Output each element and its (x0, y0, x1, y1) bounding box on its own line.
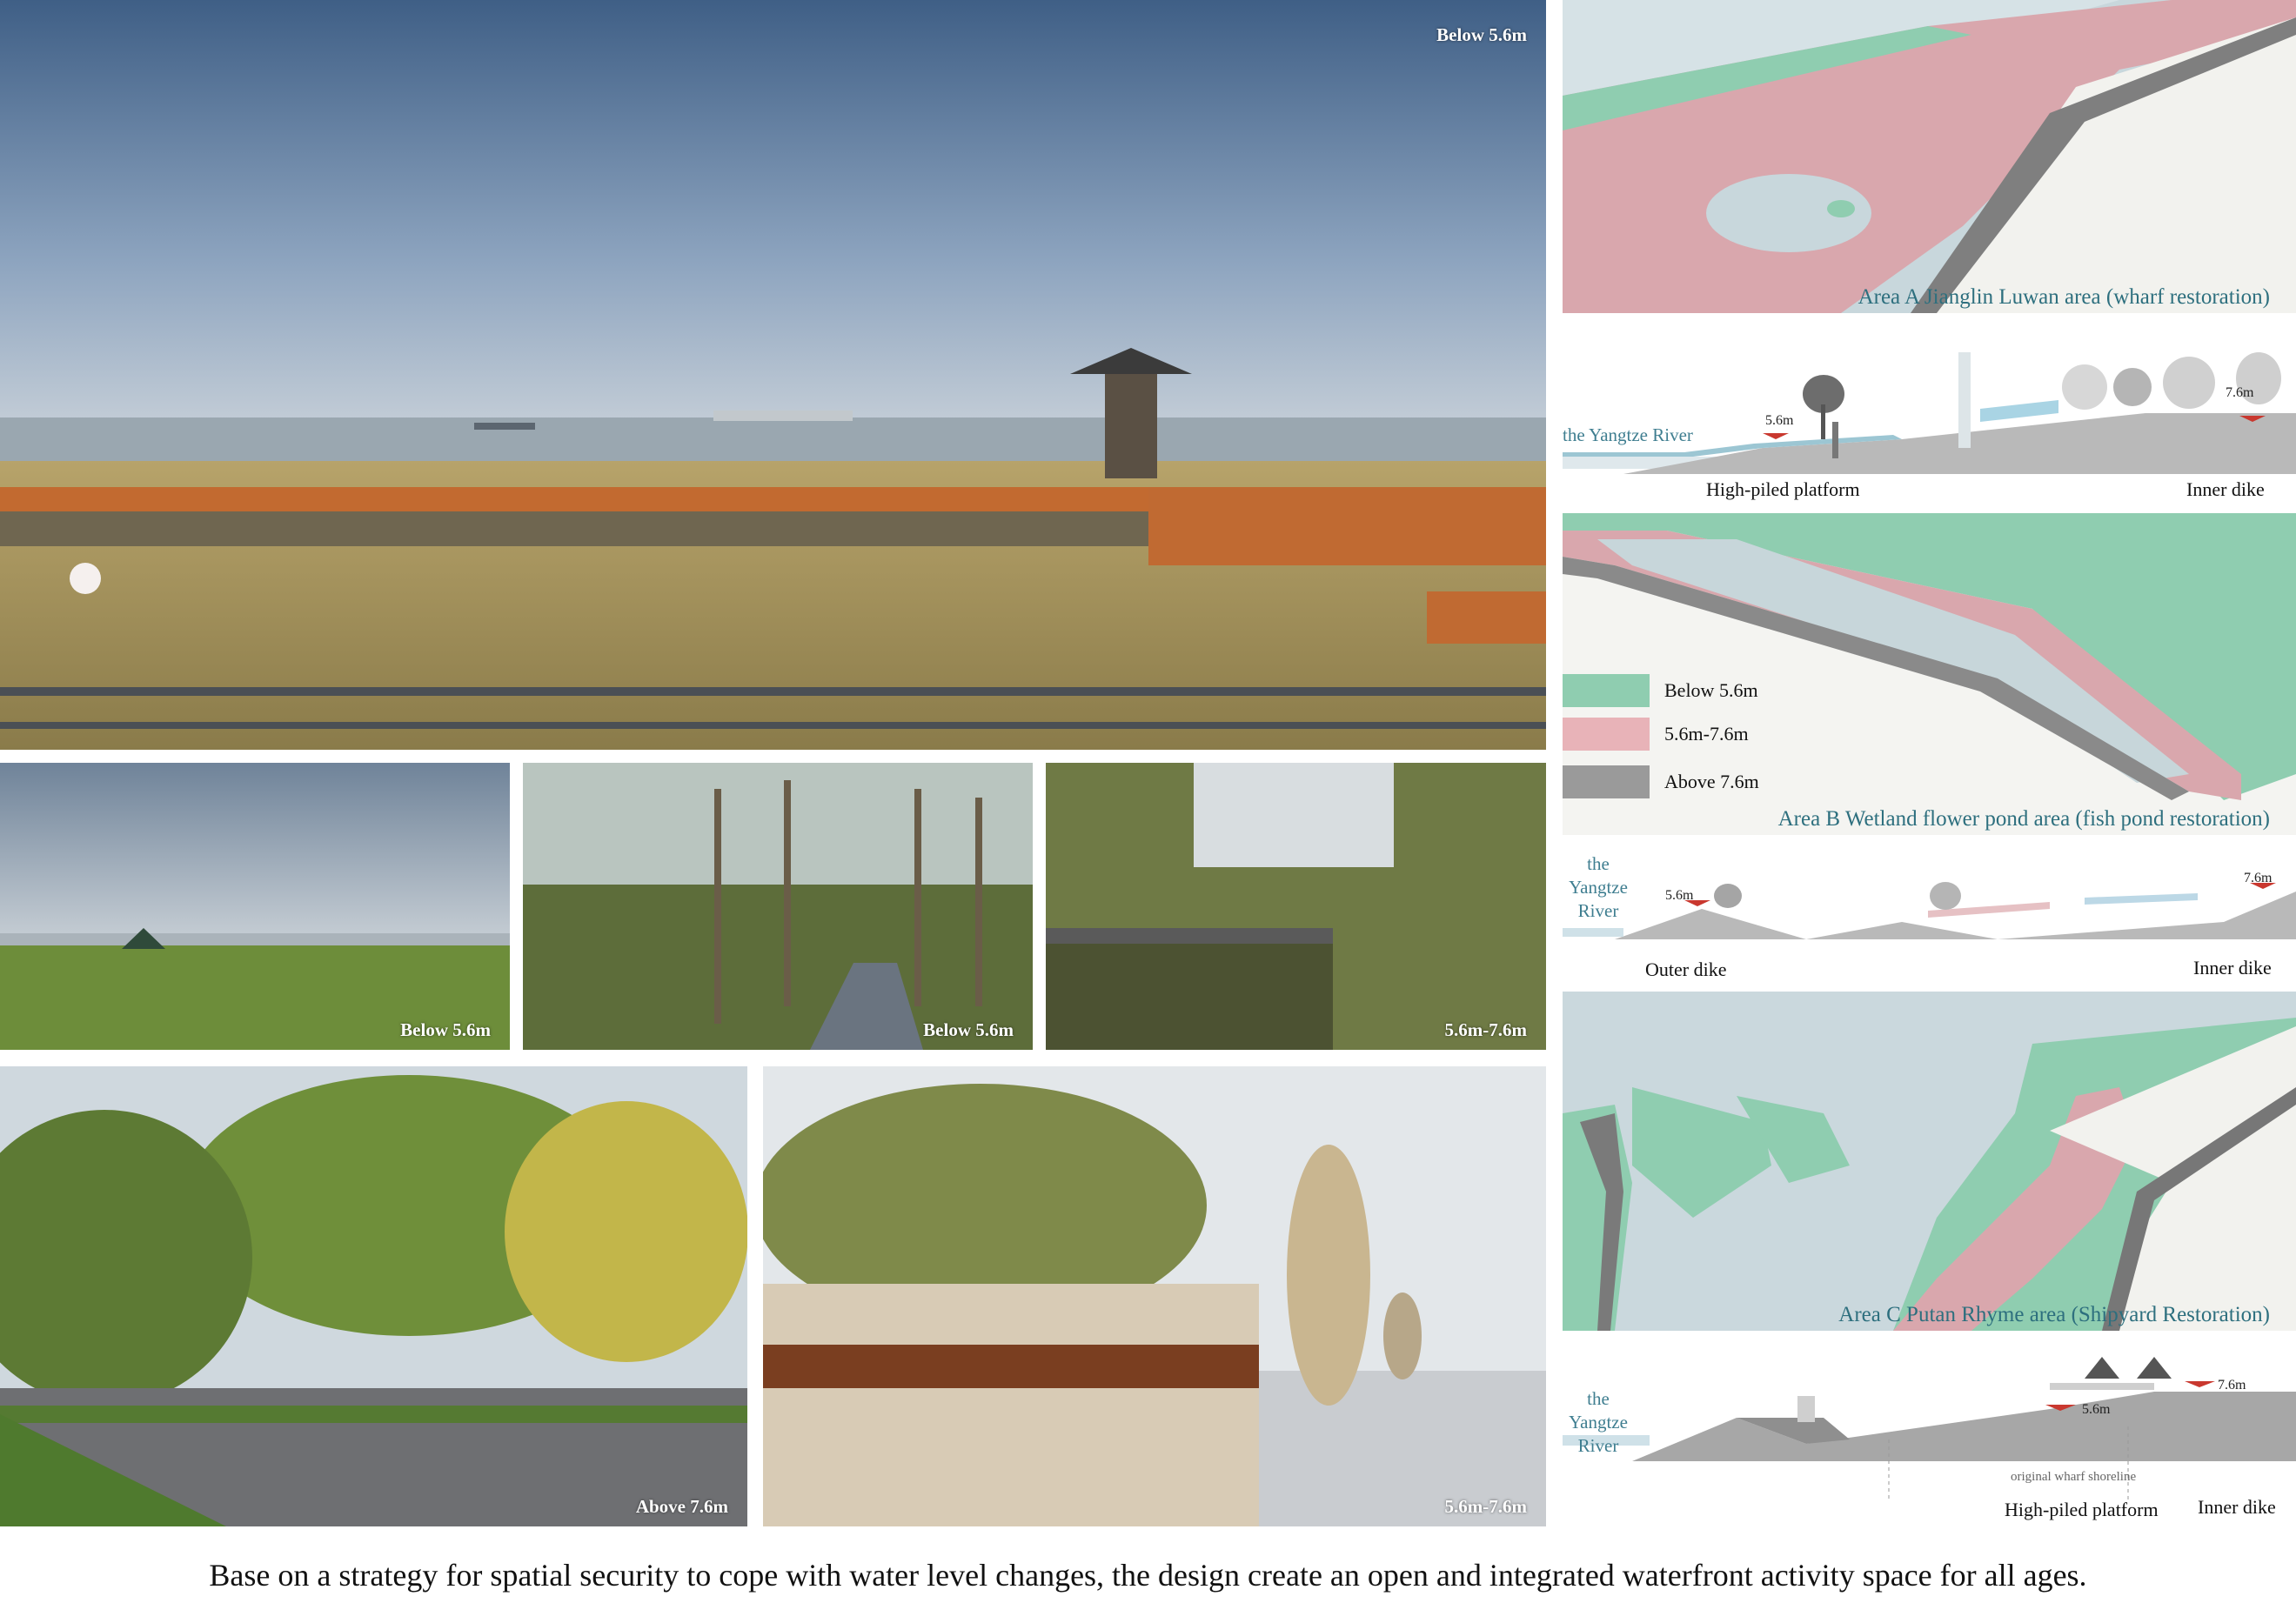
legend-swatch (1563, 718, 1650, 751)
area-c-map: Area C Putan Rhyme area (Shipyard Restor… (1563, 992, 2296, 1331)
legend-swatch (1563, 674, 1650, 707)
legend-item-5-6-7-6: 5.6m-7.6m (1563, 718, 1749, 751)
original-wharf-shoreline-label: original wharf shoreline (2011, 1470, 2137, 1484)
river-label: the Yangtze River (1569, 853, 1628, 921)
forest-path-photo: Below 5.6m (523, 763, 1033, 1050)
boardwalk-photo: 5.6m-7.6m (1046, 763, 1546, 1050)
high-piled-platform-label: High-piled platform (2005, 1499, 2159, 1520)
level-5-6-label: 5.6m (2082, 1402, 2111, 1417)
water-level-tag: 5.6m-7.6m (1444, 1496, 1527, 1517)
legend: Below 5.6m 5.6m-7.6m Above 7.6m (1563, 674, 1824, 798)
legend-item-above-7-6: Above 7.6m (1563, 765, 1759, 798)
outer-dike-label: Outer dike (1645, 958, 1727, 980)
area-b-section: the Yangtze River 5.6m 7.6m Outer dike I… (1563, 839, 2296, 983)
water-level-tag: Below 5.6m (400, 1019, 491, 1040)
inner-dike-label: Inner dike (2193, 957, 2272, 978)
water-level-tag: 5.6m-7.6m (1444, 1019, 1527, 1040)
water-level-tag: Above 7.6m (635, 1496, 728, 1517)
legend-label: Below 5.6m (1664, 679, 1758, 701)
level-5-6-label: 5.6m (1765, 413, 1794, 428)
level-7-6-label: 7.6m (2226, 385, 2254, 400)
legend-label: Above 7.6m (1664, 771, 1759, 792)
water-level-tag: Below 5.6m (923, 1019, 1014, 1040)
design-strategy-caption: Base on a strategy for spatial security … (209, 1558, 2087, 1593)
area-b-caption: Area B Wetland flower pond area (fish po… (1777, 807, 2270, 831)
area-a-caption: Area A Jianglin Luwan area (wharf restor… (1858, 285, 2270, 309)
inner-dike-label: Inner dike (2186, 478, 2265, 500)
lawn-photo: Below 5.6m (0, 763, 510, 1050)
level-5-6-label: 5.6m (1665, 888, 1694, 903)
inner-dike-label: Inner dike (2198, 1496, 2276, 1518)
area-a-section: the Yangtze River 5.6m 7.6m High-piled p… (1563, 317, 2296, 509)
legend-label: 5.6m-7.6m (1664, 723, 1749, 745)
level-7-6-label: 7.6m (2244, 871, 2273, 885)
area-c-caption: Area C Putan Rhyme area (Shipyard Restor… (1838, 1303, 2270, 1326)
main-photo: Below 5.6m (0, 0, 1546, 750)
tree-road-photo: Above 7.6m (0, 1066, 747, 1526)
legend-swatch (1563, 765, 1650, 798)
river-label: the Yangtze River (1563, 424, 1693, 445)
area-b-map: Below 5.6m 5.6m-7.6m Above 7.6m Area B W… (1563, 513, 2296, 835)
legend-item-below-5-6: Below 5.6m (1563, 674, 1758, 707)
area-c-section: the Yangtze River 5.6m 7.6m original wha… (1563, 1357, 2296, 1531)
area-a-map: Area A Jianglin Luwan area (wharf restor… (1563, 0, 2296, 313)
water-level-tag: Below 5.6m (1436, 24, 1527, 45)
rock-plaza-photo: 5.6m-7.6m (763, 1066, 1546, 1526)
high-piled-platform-label: High-piled platform (1706, 478, 1860, 500)
river-label: the Yangtze River (1569, 1388, 1628, 1456)
level-7-6-label: 7.6m (2218, 1378, 2246, 1393)
